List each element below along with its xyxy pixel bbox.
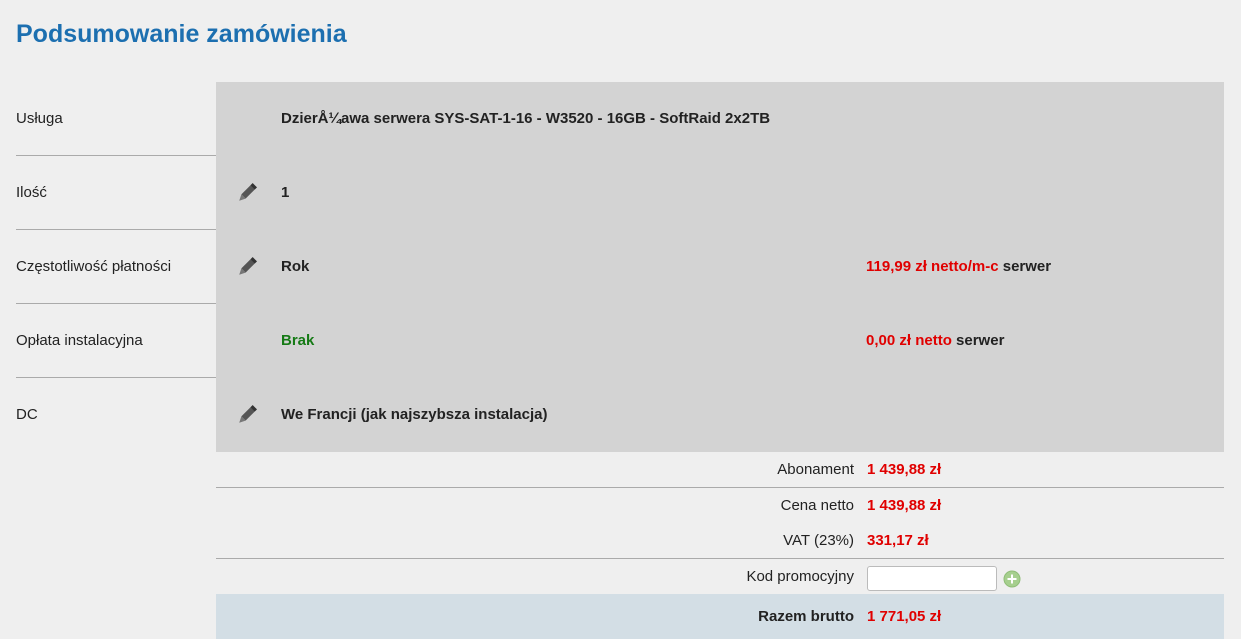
row-label: DC	[16, 406, 38, 423]
order-row-datacenter: DC We Francji (jak najszybsza instalacja…	[16, 378, 1224, 452]
pencil-icon[interactable]	[234, 254, 260, 280]
order-row-quantity: Ilość 1	[16, 156, 1224, 230]
price-suffix: serwer	[1002, 258, 1052, 275]
price-amount: 119,99 zł netto/m-c	[866, 258, 999, 275]
summary-promo-code: Kod promocyjny	[216, 559, 1224, 595]
page-title: Podsumowanie zamówienia	[16, 20, 347, 48]
row-label: Usługa	[16, 110, 63, 127]
row-label: Ilość	[16, 184, 47, 201]
summary-net-price: Cena netto 1 439,88 zł	[216, 488, 1224, 524]
row-price: 119,99 zł netto/m-c serwer	[866, 230, 1051, 304]
summary-value: 1 439,88 zł	[867, 461, 942, 478]
summary-label: Razem brutto	[758, 608, 854, 625]
row-cell: DzierÅ¼awa serwera SYS-SAT-1-16 - W3520 …	[216, 82, 1224, 156]
summary-total: Razem brutto 1 771,05 zł	[216, 594, 1224, 639]
summary-value: 1 439,88 zł	[867, 497, 942, 514]
row-label: Opłata instalacyjna	[16, 332, 143, 349]
row-label: Częstotliwość płatności	[16, 258, 172, 275]
summary-value: 331,17 zł	[867, 532, 929, 549]
setup-fee-value: Brak	[281, 332, 315, 349]
row-price: 0,00 zł netto serwer	[866, 304, 1004, 378]
datacenter-value: We Francji (jak najszybsza instalacja)	[281, 406, 548, 423]
row-cell: Rok 119,99 zł netto/m-c serwer	[216, 230, 1224, 304]
billing-frequency-value: Rok	[281, 258, 310, 275]
price-suffix: serwer	[956, 332, 1005, 349]
row-cell: 1	[216, 156, 1224, 230]
summary-value: 1 771,05 zł	[867, 608, 942, 625]
promo-code-input[interactable]	[867, 566, 997, 591]
summary-vat: VAT (23%) 331,17 zł	[216, 523, 1224, 559]
row-cell: We Francji (jak najszybsza instalacja)	[216, 378, 1224, 452]
summary-label: Cena netto	[780, 497, 854, 514]
summary-label: VAT (23%)	[783, 532, 854, 549]
pencil-icon[interactable]	[234, 180, 260, 206]
row-cell: Brak 0,00 zł netto serwer	[216, 304, 1224, 378]
order-row-billing-frequency: Częstotliwość płatności Rok 119,99 zł ne…	[16, 230, 1224, 304]
pencil-icon[interactable]	[234, 402, 260, 428]
quantity-value: 1	[281, 184, 290, 201]
order-row-service: Usługa DzierÅ¼awa serwera SYS-SAT-1-16 -…	[16, 82, 1224, 156]
price-amount: 0,00 zł netto	[866, 332, 952, 349]
summary-label: Abonament	[777, 461, 854, 478]
order-row-setup-fee: Opłata instalacyjna Brak 0,00 zł netto s…	[16, 304, 1224, 378]
promo-code-label: Kod promocyjny	[746, 568, 854, 585]
plus-circle-icon[interactable]	[1003, 570, 1021, 588]
summary-subscription: Abonament 1 439,88 zł	[216, 452, 1224, 488]
service-value: DzierÅ¼awa serwera SYS-SAT-1-16 - W3520 …	[281, 110, 771, 127]
